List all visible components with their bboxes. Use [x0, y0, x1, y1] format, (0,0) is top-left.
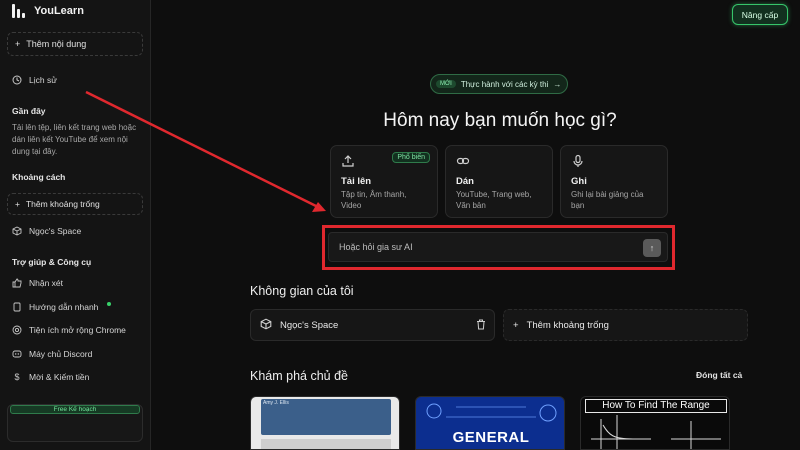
- brand[interactable]: YouLearn: [12, 4, 84, 18]
- plan-box[interactable]: Free Kế hoạch: [7, 404, 143, 442]
- thumbnail-label: GENERAL CHEMISTRY: [445, 429, 537, 449]
- add-content-button[interactable]: + Thêm nội dung: [7, 32, 143, 56]
- discord-icon: [12, 349, 22, 359]
- thumbnail-label: How To Find The Range: [585, 399, 727, 413]
- sidebar-item-label: Lịch sử: [29, 75, 57, 85]
- sidebar-item-quick-guide[interactable]: Hướng dẫn nhanh: [12, 302, 112, 312]
- add-space-label: Thêm khoảng trống: [526, 319, 609, 331]
- explore-title: Khám phá chủ đề: [250, 369, 348, 383]
- my-space-title: Không gian của tôi: [250, 284, 354, 298]
- card-title: Dán: [456, 176, 474, 187]
- practice-exams-pill[interactable]: MỚI Thực hành với các kỳ thi →: [430, 74, 568, 94]
- thumbs-up-icon: [12, 278, 22, 288]
- new-indicator-dot: [107, 302, 112, 306]
- card-desc: Tập tin, Âm thanh, Video: [341, 190, 407, 210]
- sidebar-item-label: Nhận xét: [29, 278, 64, 288]
- sidebar-item-label: Ngọc's Space: [29, 226, 82, 236]
- upgrade-button[interactable]: Nâng cấp: [732, 4, 788, 25]
- spaces-heading: Khoảng cách: [12, 172, 66, 182]
- cube-icon: [12, 226, 22, 236]
- thumbnail-label: Amy J. Ellis: [263, 400, 289, 406]
- pill-text: Thực hành với các kỳ thi: [460, 79, 549, 89]
- hero-title: Hôm nay bạn muốn học gì?: [383, 110, 617, 131]
- youlearn-logo-icon: [12, 4, 28, 18]
- close-all-button[interactable]: Đóng tất cả: [696, 370, 742, 380]
- sidebar-item-label: Mời & Kiếm tiền: [29, 372, 90, 382]
- chrome-icon: [12, 325, 22, 335]
- sidebar: YouLearn + Thêm nội dung Lịch sử Gần đây…: [0, 0, 151, 450]
- sidebar-item-feedback[interactable]: Nhận xét: [12, 278, 63, 288]
- add-space-card[interactable]: + Thêm khoảng trống: [503, 309, 748, 341]
- recent-description: Tải lên tệp, liên kết trang web hoặc dán…: [12, 123, 137, 156]
- sidebar-item-label: Tiện ích mở rộng Chrome: [29, 325, 126, 335]
- book-icon: [12, 302, 22, 312]
- card-title: Tải lên: [341, 176, 372, 187]
- topic-thumbnail[interactable]: Amy J. Ellis: [250, 396, 400, 450]
- help-heading: Trợ giúp & Công cụ: [12, 257, 92, 267]
- annotation-highlight-box: [322, 225, 675, 270]
- cube-icon: [260, 318, 272, 333]
- popular-badge: Phổ biến: [392, 152, 430, 163]
- add-content-label: Thêm nội dung: [26, 39, 87, 49]
- sidebar-item-label: Máy chủ Discord: [29, 349, 93, 359]
- plus-icon: +: [15, 39, 21, 49]
- upload-card[interactable]: Phổ biến Tải lên Tập tin, Âm thanh, Vide…: [330, 145, 438, 218]
- sidebar-item-space[interactable]: Ngọc's Space: [12, 226, 81, 236]
- sidebar-item-label: Hướng dẫn nhanh: [29, 302, 99, 312]
- card-desc: Ghi lại bài giảng của bạn: [571, 190, 644, 210]
- dollar-icon: $: [14, 372, 20, 382]
- brand-name: YouLearn: [34, 5, 84, 17]
- trash-icon[interactable]: [476, 319, 486, 333]
- plan-tag: Free Kế hoạch: [10, 405, 140, 414]
- recent-heading: Gần đây: [12, 106, 46, 116]
- sidebar-item-chrome-extension[interactable]: Tiện ích mở rộng Chrome: [12, 325, 126, 335]
- card-title: Ghi: [571, 176, 587, 187]
- sidebar-item-discord[interactable]: Máy chủ Discord: [12, 349, 92, 359]
- add-space-label: Thêm khoảng trống: [25, 199, 100, 209]
- paste-card[interactable]: Dán YouTube, Trang web, Văn bản: [445, 145, 553, 218]
- link-icon: [456, 154, 542, 170]
- history-icon: [12, 75, 22, 85]
- topic-thumbnail[interactable]: GENERAL CHEMISTRY: [415, 396, 565, 450]
- microphone-icon: [571, 154, 657, 170]
- arrow-right-icon: →: [553, 79, 562, 89]
- space-name: Ngọc's Space: [280, 319, 339, 331]
- add-space-button[interactable]: + Thêm khoảng trống: [7, 193, 143, 215]
- record-card[interactable]: Ghi Ghi lại bài giảng của bạn: [560, 145, 668, 218]
- new-badge: MỚI: [436, 80, 456, 88]
- space-card[interactable]: Ngọc's Space: [250, 309, 495, 341]
- sidebar-item-invite-earn[interactable]: $ Mời & Kiếm tiền: [12, 372, 89, 382]
- sidebar-item-history[interactable]: Lịch sử: [12, 75, 57, 85]
- plus-icon: +: [15, 199, 20, 209]
- plus-icon: +: [513, 319, 519, 331]
- card-desc: YouTube, Trang web, Văn bản: [456, 190, 532, 210]
- topic-thumbnail[interactable]: How To Find The Range: [580, 396, 730, 450]
